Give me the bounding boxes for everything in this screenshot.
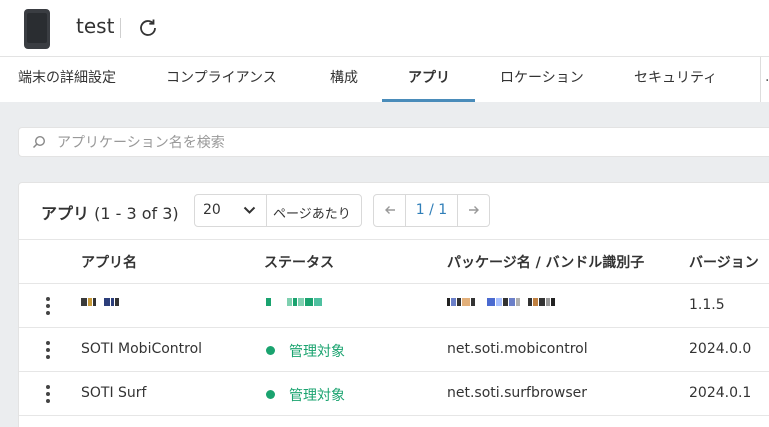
column-header-app-name[interactable]: アプリ名 <box>81 252 137 272</box>
redacted-package <box>447 298 556 315</box>
tab-apps[interactable]: アプリ <box>408 57 450 102</box>
row-menu-icon[interactable] <box>43 296 53 316</box>
tab-configuration[interactable]: 構成 <box>330 57 358 102</box>
app-version: 1.1.5 <box>689 297 725 313</box>
arrow-left-icon <box>385 206 395 214</box>
app-version: 2024.0.1 <box>689 385 752 401</box>
app-name: SOTI MobiControl <box>81 341 203 357</box>
phone-device-icon <box>24 9 50 49</box>
search-icon <box>32 135 46 149</box>
tab-location[interactable]: ロケーション <box>500 57 584 102</box>
table-row[interactable]: 1.1.5 <box>19 284 769 328</box>
app-status: 管理対象 <box>289 388 345 404</box>
tab-security[interactable]: セキュリティ <box>634 57 717 102</box>
tab-device-details[interactable]: 端末の詳細設定 <box>18 57 116 102</box>
active-tab-indicator <box>382 99 475 102</box>
app-status: 管理対象 <box>289 344 345 360</box>
apps-title: アプリ <box>41 204 90 223</box>
column-header-status[interactable]: ステータス <box>264 252 334 272</box>
tab-compliance[interactable]: コンプライアンス <box>166 57 277 102</box>
apps-panel-title: アプリ (1 - 3 of 3) <box>41 200 179 224</box>
table-row[interactable]: SOTI MobiControl 管理対象 net.soti.mobicontr… <box>19 328 769 372</box>
app-search-box <box>18 127 769 157</box>
chevron-down-icon[interactable] <box>243 206 256 215</box>
app-search-input[interactable] <box>57 132 757 154</box>
tab-overflow-indicator[interactable]: . <box>760 57 769 102</box>
page-size-select[interactable]: 20 ページあたり <box>194 194 362 227</box>
status-dot-icon <box>266 346 275 355</box>
device-title: test <box>76 14 115 38</box>
title-divider <box>120 18 121 38</box>
refresh-icon[interactable] <box>136 16 160 40</box>
apps-panel: アプリ (1 - 3 of 3) 20 ページあたり 1 / 1 アプリ名 ステ… <box>18 182 769 427</box>
next-page-button[interactable] <box>457 195 489 226</box>
column-header-version[interactable]: バージョン <box>689 252 759 272</box>
table-row[interactable]: SOTI Surf 管理対象 net.soti.surfbrowser 2024… <box>19 372 769 416</box>
row-menu-icon[interactable] <box>43 340 53 360</box>
app-package: net.soti.surfbrowser <box>447 385 587 401</box>
row-menu-icon[interactable] <box>43 384 53 404</box>
redacted-status <box>266 298 323 315</box>
redacted-app-name <box>81 298 120 315</box>
app-version: 2024.0.0 <box>689 341 752 357</box>
app-package: net.soti.mobicontrol <box>447 341 588 357</box>
pagination: 1 / 1 <box>373 194 490 227</box>
column-header-package[interactable]: パッケージ名 / バンドル識別子 <box>447 252 644 272</box>
prev-page-button[interactable] <box>374 195 406 226</box>
app-name: SOTI Surf <box>81 385 147 401</box>
arrow-right-icon <box>469 206 479 214</box>
device-header: test <box>0 0 769 57</box>
apps-count: (1 - 3 of 3) <box>94 204 179 223</box>
page-size-divider <box>266 195 267 226</box>
page-size-value: 20 <box>203 202 221 218</box>
table-header: アプリ名 ステータス パッケージ名 / バンドル識別子 バージョン <box>19 239 769 284</box>
device-tabs: 端末の詳細設定 コンプライアンス 構成 アプリ ロケーション セキュリティ . <box>0 57 769 102</box>
page-size-label: ページあたり <box>273 207 351 222</box>
status-dot-icon <box>266 390 275 399</box>
page-indicator: 1 / 1 <box>415 202 448 218</box>
